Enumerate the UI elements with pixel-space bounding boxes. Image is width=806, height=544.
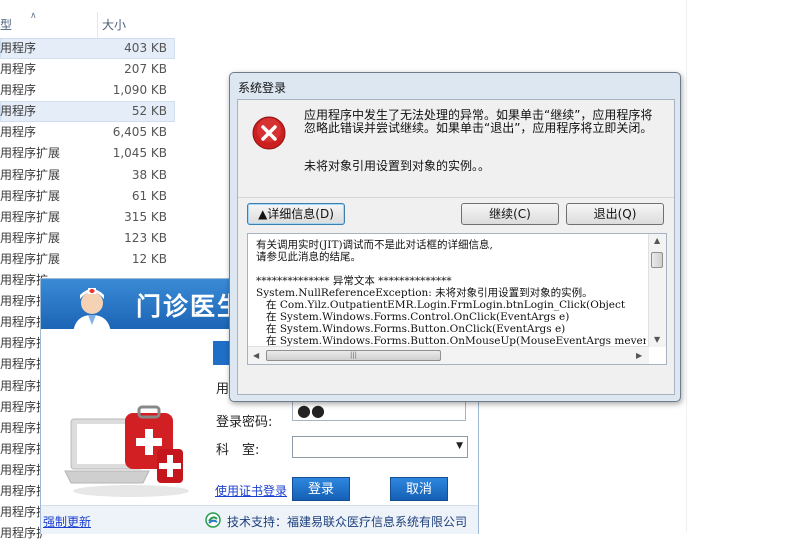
file-type: 用程序 bbox=[0, 125, 37, 140]
file-size: 207 KB bbox=[124, 62, 167, 77]
file-type: 用程序扩展 bbox=[0, 146, 61, 161]
details-button[interactable]: ▲详细信息(D) bbox=[247, 203, 345, 225]
file-row[interactable]: 用程序 403 KB bbox=[0, 38, 175, 60]
support-text: 技术支持：福建易联众医疗信息系统有限公司 bbox=[227, 515, 468, 529]
file-type: 用程序扩展 bbox=[0, 230, 61, 245]
login-footer: 技术支持：福建易联众医疗信息系统有限公司 bbox=[41, 505, 478, 534]
file-size: 315 KB bbox=[124, 209, 167, 224]
details-text: 有关调用实时(JIT)调试而不是此对话框的详细信息, 请参见此消息的结尾。 **… bbox=[256, 239, 646, 359]
file-size: 123 KB bbox=[124, 230, 167, 245]
scroll-down-icon[interactable]: ▼ bbox=[654, 335, 660, 344]
error-x-icon bbox=[252, 116, 286, 150]
column-header-size[interactable]: 大小 bbox=[97, 12, 176, 38]
cert-login-link[interactable]: 使用证书登录 bbox=[215, 482, 287, 499]
file-row[interactable]: 用程序扩展 38 KB bbox=[0, 165, 175, 186]
password-input[interactable]: ●● bbox=[292, 399, 466, 421]
file-size: 52 KB bbox=[131, 104, 167, 119]
file-row[interactable]: 用程序扩展 12 KB bbox=[0, 249, 175, 270]
dialog-message-detail: 未将对象引用设置到对象的实例。。 bbox=[304, 159, 491, 173]
login-title: 门诊医生 bbox=[136, 292, 245, 321]
file-type: 用程序 bbox=[0, 41, 37, 55]
file-size: 6,405 KB bbox=[112, 125, 167, 140]
explorer-right-pane bbox=[686, 0, 806, 532]
force-update-link[interactable]: 强制更新 bbox=[43, 513, 91, 530]
dialog-title: 系统登录 bbox=[238, 81, 287, 95]
column-header-type[interactable]: 型 bbox=[0, 12, 94, 38]
password-label: 登录密码: bbox=[216, 415, 273, 430]
file-row[interactable]: 用程序 6,405 KB bbox=[0, 122, 175, 143]
file-size: 1,045 KB bbox=[112, 146, 167, 161]
file-type: 用程序 bbox=[0, 62, 37, 77]
file-type: 用程序扩展 bbox=[0, 209, 61, 224]
file-size: 1,090 KB bbox=[112, 83, 167, 98]
dept-label: 科 室: bbox=[216, 443, 260, 458]
file-row[interactable]: 用程序扩展 1,045 KB bbox=[0, 143, 175, 164]
scroll-up-icon[interactable]: ▲ bbox=[654, 236, 660, 245]
file-type: 用程序扩展 bbox=[0, 251, 61, 266]
file-type: 用程序 bbox=[0, 83, 37, 98]
support-logo-icon bbox=[205, 512, 221, 528]
file-row[interactable]: 用程序扩展 61 KB bbox=[0, 186, 175, 207]
file-size: 12 KB bbox=[131, 251, 167, 266]
chevron-down-icon[interactable]: ▼ bbox=[456, 441, 463, 451]
file-row[interactable]: 用程序 52 KB bbox=[0, 101, 175, 123]
cancel-button[interactable]: 取消 bbox=[390, 477, 448, 501]
file-type: 用程序 bbox=[0, 104, 37, 119]
file-row[interactable]: 用程序 207 KB bbox=[0, 59, 175, 80]
vertical-scroll-thumb[interactable] bbox=[651, 252, 663, 268]
dept-select[interactable]: ▼ bbox=[292, 436, 468, 458]
file-size: 61 KB bbox=[131, 188, 167, 203]
file-size: 403 KB bbox=[124, 41, 167, 55]
vertical-scrollbar[interactable]: ▲ ▼ bbox=[648, 234, 666, 347]
file-size: 38 KB bbox=[131, 167, 167, 182]
file-type: 用程序扩展 bbox=[0, 188, 61, 203]
dialog-message: 应用程序中发生了无法处理的异常。如果单击“继续”，应用程序将忽略此错误并尝试继续… bbox=[304, 108, 653, 135]
doctor-avatar-icon bbox=[73, 288, 111, 333]
file-type: 用程序扩展 bbox=[0, 167, 61, 182]
username-label: 用 bbox=[216, 382, 230, 397]
laptop-medkit-illustration bbox=[64, 405, 189, 497]
horizontal-scrollbar[interactable]: ◀ ||| ▶ bbox=[248, 346, 649, 364]
scroll-left-icon[interactable]: ◀ bbox=[253, 351, 259, 360]
file-row[interactable]: 用程序扩展 315 KB bbox=[0, 207, 175, 228]
error-dialog: 系统登录 应用程序中发生了无法处理的异常。如果单击“继续”，应用程序将忽略此错误… bbox=[229, 72, 681, 402]
dialog-content: 应用程序中发生了无法处理的异常。如果单击“继续”，应用程序将忽略此错误并尝试继续… bbox=[237, 99, 675, 395]
continue-button[interactable]: 继续(C) bbox=[461, 203, 559, 225]
file-row[interactable]: 用程序扩展 123 KB bbox=[0, 228, 175, 249]
login-button[interactable]: 登录 bbox=[292, 477, 350, 501]
divider bbox=[238, 197, 674, 198]
quit-button[interactable]: 退出(Q) bbox=[566, 203, 664, 225]
horizontal-scroll-thumb[interactable]: ||| bbox=[266, 350, 441, 361]
details-textbox[interactable]: 有关调用实时(JIT)调试而不是此对话框的详细信息, 请参见此消息的结尾。 **… bbox=[247, 233, 667, 365]
file-row[interactable]: 用程序 1,090 KB bbox=[0, 80, 175, 101]
scroll-right-icon[interactable]: ▶ bbox=[636, 351, 642, 360]
